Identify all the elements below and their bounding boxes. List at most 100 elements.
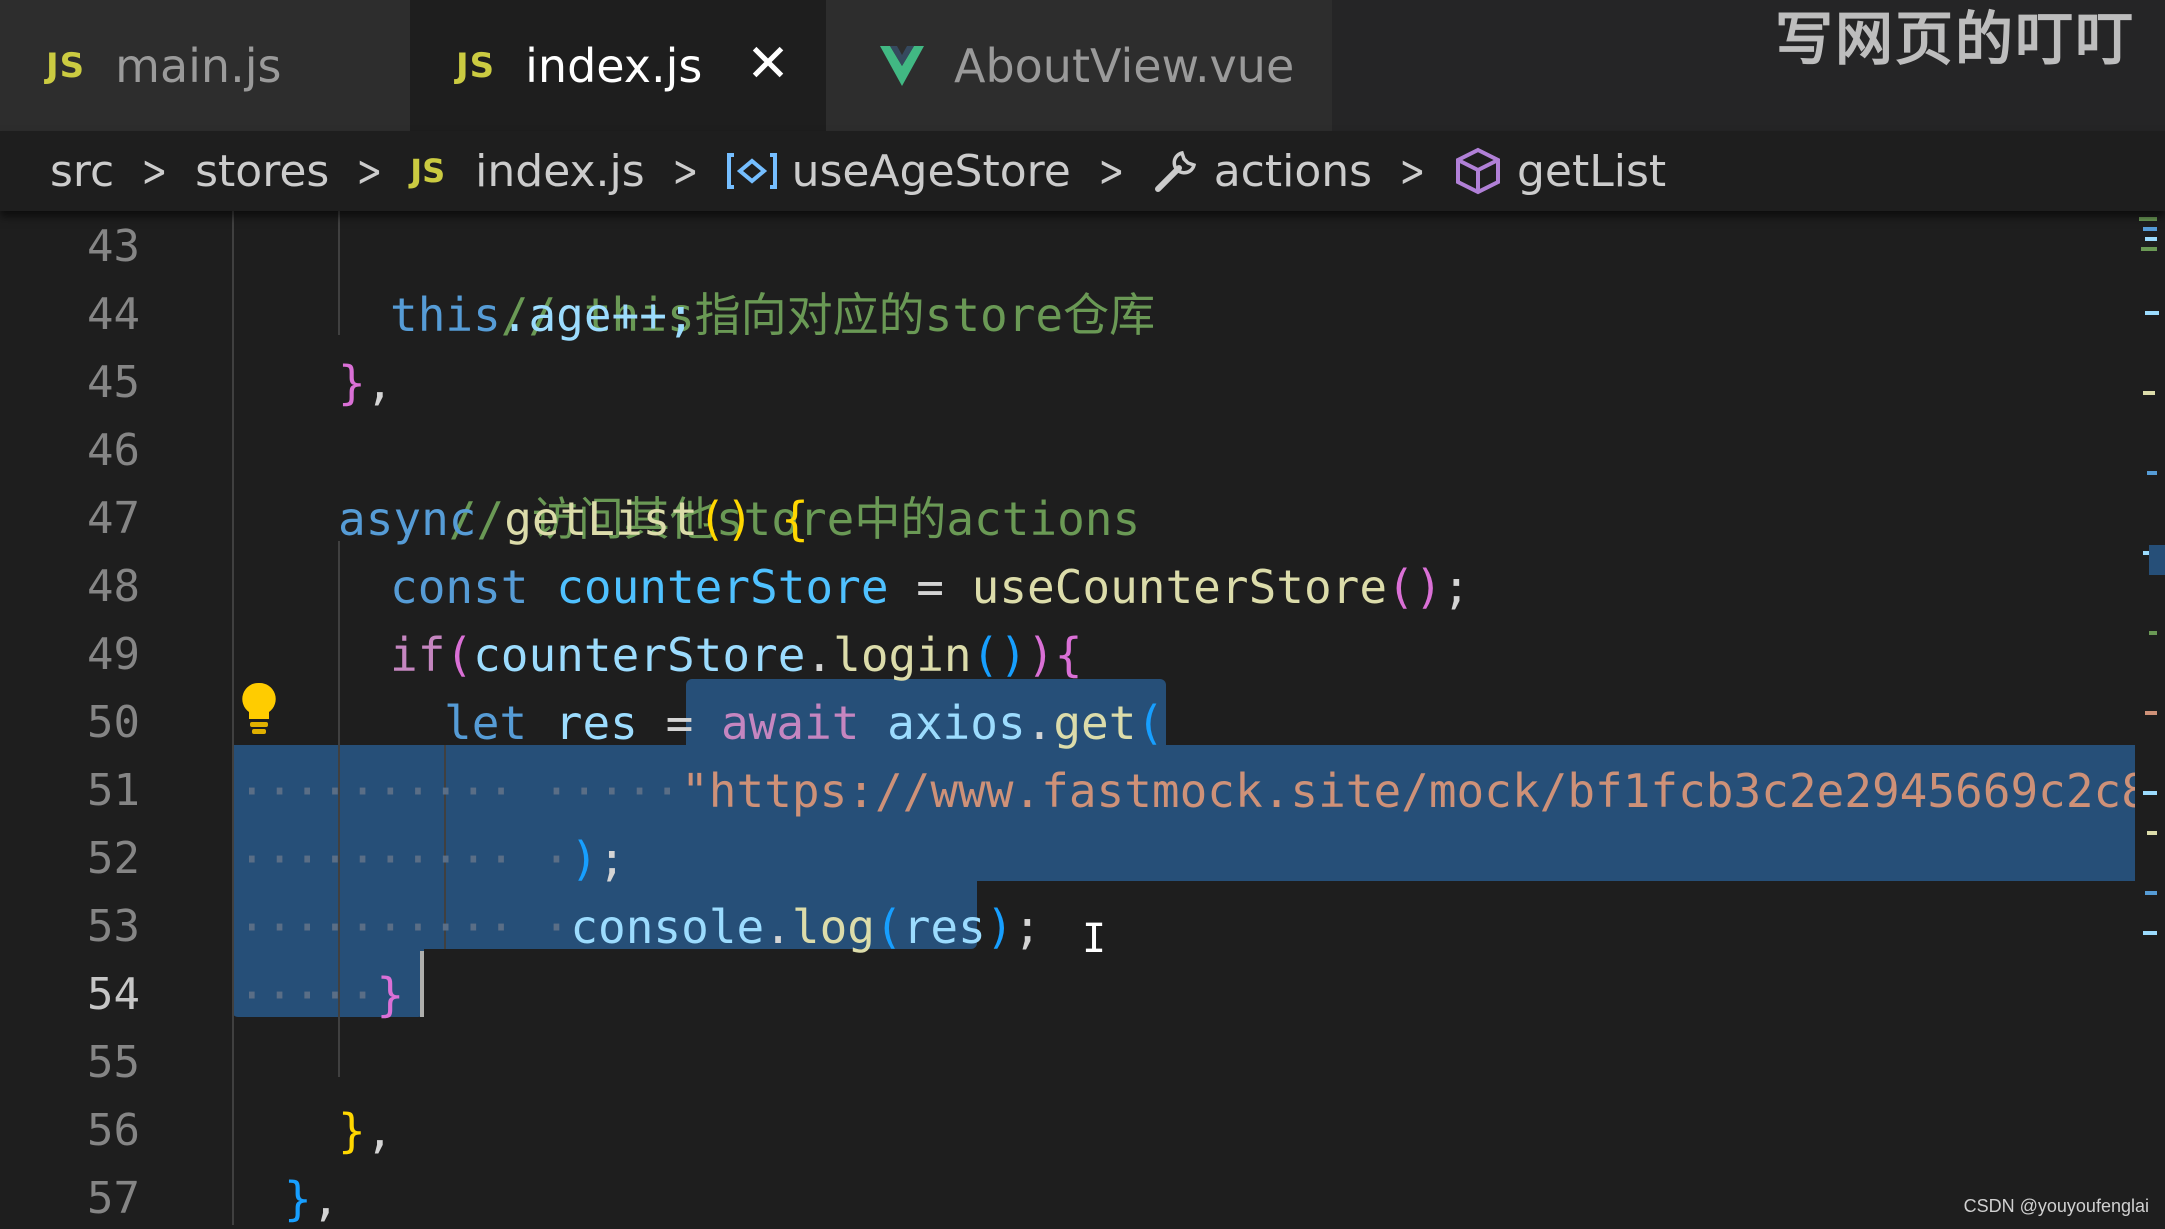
breadcrumb-getlist-label: getList xyxy=(1516,145,1667,197)
line-number: 51 xyxy=(87,765,140,816)
chevron-right-icon: > xyxy=(1098,145,1125,197)
code-token: log xyxy=(791,900,876,954)
indent-guide xyxy=(232,211,234,1225)
line-number: 49 xyxy=(87,629,140,680)
whitespace-dots: ·········· ····· xyxy=(238,764,682,818)
symbol-variable-icon xyxy=(726,153,777,189)
code-line-52: ·········· ·); xyxy=(238,825,626,893)
code-token: res xyxy=(554,696,638,750)
code-line-56: }, xyxy=(338,1097,393,1165)
code-token: ; xyxy=(598,832,626,886)
code-token: , xyxy=(311,1172,340,1225)
code-token: } xyxy=(376,968,405,1022)
code-token: useCounterStore xyxy=(971,560,1388,614)
breadcrumb-getlist[interactable]: getList xyxy=(1453,146,1666,197)
line-number: 45 xyxy=(87,357,140,408)
tab-aboutview-vue[interactable]: AboutView.vue xyxy=(826,0,1332,131)
code-token: () xyxy=(971,628,1028,682)
code-token: () xyxy=(698,492,754,546)
lightbulb-icon[interactable] xyxy=(240,681,278,735)
whitespace-dots: ·········· · xyxy=(238,832,571,886)
code-line-48: const counterStore = useCounterStore(); xyxy=(390,553,1470,621)
tab-main-js[interactable]: JS main.js xyxy=(0,0,410,131)
code-token: counterStore xyxy=(473,628,806,682)
code-token: } xyxy=(338,1104,366,1158)
code-token: getList xyxy=(504,492,699,546)
code-line-49: if(counterStore.login()){ xyxy=(390,621,1082,689)
close-icon[interactable]: ✕ xyxy=(744,38,792,90)
js-file-icon: JS xyxy=(410,152,446,190)
breadcrumb-file-label: index.js xyxy=(475,145,645,197)
code-token: = xyxy=(888,560,972,614)
code-token: this xyxy=(390,288,501,342)
code-string: "https://www.fastmock.site/mock/bf1fcb3c… xyxy=(681,764,2135,818)
breadcrumb-src[interactable]: src xyxy=(50,146,114,197)
tab-index-js[interactable]: JS index.js ✕ xyxy=(410,0,826,131)
code-token: await xyxy=(720,696,860,750)
breadcrumb-stores[interactable]: stores xyxy=(195,146,329,197)
code-token: login xyxy=(833,628,972,682)
line-number: 50 xyxy=(87,697,140,748)
code-line-43: // this指向对应的store仓库 xyxy=(390,213,1155,342)
code-token: .age++; xyxy=(500,288,695,342)
indent-guide xyxy=(338,211,340,335)
cube-method-icon xyxy=(1455,147,1500,195)
code-line-51: ·········· ·····"https://www.fastmock.si… xyxy=(238,757,2135,825)
code-line-46: // 访问其他store中的actions xyxy=(338,417,1140,546)
text-cursor-icon: I xyxy=(1082,916,1107,962)
line-number: 55 xyxy=(87,1037,140,1088)
minimap-preview xyxy=(2139,217,2159,935)
code-token: { xyxy=(1054,628,1083,682)
code-token: console xyxy=(570,900,765,954)
text-caret xyxy=(420,951,424,1017)
chevron-right-icon: > xyxy=(1399,145,1426,197)
code-token: ( xyxy=(445,628,474,682)
minimap[interactable] xyxy=(2135,211,2165,1225)
code-token: ) xyxy=(985,900,1014,954)
chevron-right-icon: > xyxy=(672,145,699,197)
code-token: ; xyxy=(1013,900,1042,954)
wrench-icon xyxy=(1154,150,1196,192)
code-line-45: }, xyxy=(338,349,393,417)
scrollbar-thumb[interactable] xyxy=(2149,545,2165,575)
code-token: () xyxy=(1387,560,1443,614)
vue-icon xyxy=(880,45,924,86)
code-token: res xyxy=(902,900,986,954)
code-token: } xyxy=(284,1172,312,1225)
code-token: const xyxy=(390,560,529,614)
breadcrumb-useagestore[interactable]: useAgeStore xyxy=(726,146,1071,197)
code-line-47: async getList() { xyxy=(338,485,809,553)
code-token: let xyxy=(444,696,528,750)
code-token: . xyxy=(764,900,792,954)
line-number: 57 xyxy=(87,1173,140,1224)
code-token: if xyxy=(390,628,446,682)
code-token: ( xyxy=(875,900,903,954)
code-editor[interactable]: 43 44 45 46 47 48 49 50 51 52 53 54 55 5… xyxy=(0,211,2135,1225)
code-token: { xyxy=(781,492,809,546)
breadcrumb-actions[interactable]: actions xyxy=(1152,146,1372,197)
code-token: ) xyxy=(570,832,599,886)
breadcrumb-actions-label: actions xyxy=(1213,145,1373,197)
breadcrumb-file[interactable]: JS index.js xyxy=(410,146,644,197)
tab-label: main.js xyxy=(115,38,282,93)
csdn-watermark: CSDN @youyoufenglai xyxy=(1963,1196,2149,1216)
line-number: 48 xyxy=(87,561,140,612)
code-line-54: ·····} xyxy=(238,961,404,1029)
line-number: 53 xyxy=(87,901,140,952)
line-number: 43 xyxy=(87,221,140,272)
chevron-right-icon: > xyxy=(356,145,383,197)
whitespace-dots: ····· xyxy=(238,968,377,1022)
line-number-current: 54 xyxy=(87,969,140,1020)
video-overlay-text: 写网页的叮叮 xyxy=(1774,5,2135,73)
code-token: counterStore xyxy=(556,560,889,614)
code-token: , xyxy=(365,1104,394,1158)
code-token: } xyxy=(338,356,366,410)
code-token: async xyxy=(338,492,477,546)
code-line-50: let res = await axios.get( xyxy=(444,689,1164,757)
line-number: 47 xyxy=(87,493,140,544)
tab-label: index.js xyxy=(525,38,703,93)
code-token: , xyxy=(365,356,394,410)
code-line-44: this.age++; xyxy=(390,281,695,349)
code-line-53: ·········· ·console.log(res); xyxy=(238,893,1041,961)
breadcrumb: src > stores > JS index.js > useAgeStore… xyxy=(0,131,2165,211)
